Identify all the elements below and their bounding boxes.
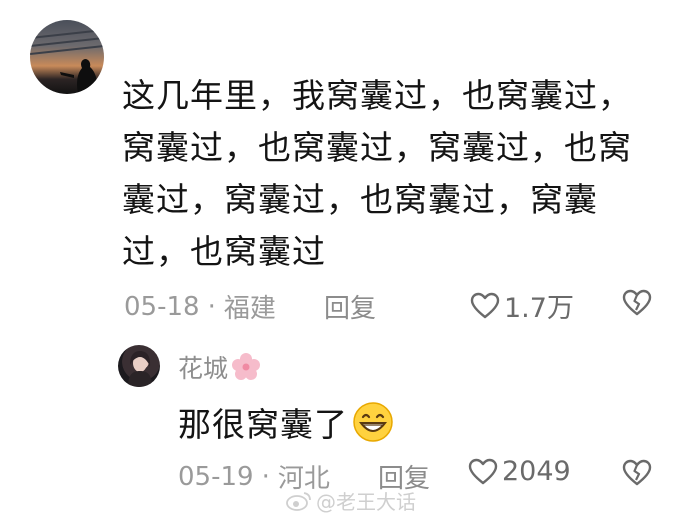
- heart-icon: [470, 292, 500, 318]
- broken-heart-icon[interactable]: [622, 459, 652, 487]
- reply-username-row: 花城: [178, 349, 261, 385]
- reply-date: 05-19: [178, 461, 254, 492]
- heart-icon: [468, 458, 498, 484]
- reply-avatar[interactable]: [118, 345, 160, 387]
- comment-date: 05-18: [124, 291, 200, 322]
- weibo-icon: [286, 491, 311, 511]
- reply-username[interactable]: 花城: [178, 349, 228, 385]
- meta-separator: ·: [207, 291, 216, 322]
- flower-icon: [232, 353, 261, 380]
- avatar-silhouette-icon: [30, 29, 104, 94]
- reply-like-count: 2049: [502, 456, 571, 487]
- reply-text: 那很窝囊了: [178, 405, 348, 444]
- reply-button[interactable]: 回复: [324, 288, 376, 325]
- reply-like-button[interactable]: 2049: [468, 456, 571, 487]
- comment-meta: 05-18 · 福建: [124, 288, 276, 325]
- broken-heart-icon[interactable]: [622, 289, 652, 317]
- meta-separator: ·: [261, 461, 270, 492]
- reply-text-row: 那很窝囊了: [178, 398, 394, 446]
- watermark-text: @老王大话: [316, 490, 416, 514]
- comment-text: 这几年里，我窝囊过，也窝囊过，窝囊过，也窝囊过，窝囊过，也窝囊过，窝囊过，也窝囊…: [122, 76, 632, 271]
- reply-avatar-portrait-icon: [128, 351, 152, 387]
- like-button[interactable]: 1.7万: [470, 286, 574, 325]
- grin-emoji-icon: [353, 402, 393, 442]
- avatar[interactable]: [30, 20, 104, 94]
- comment-location: 福建: [223, 294, 276, 324]
- watermark: @老王大话: [286, 486, 416, 515]
- like-count: 1.7万: [504, 293, 574, 324]
